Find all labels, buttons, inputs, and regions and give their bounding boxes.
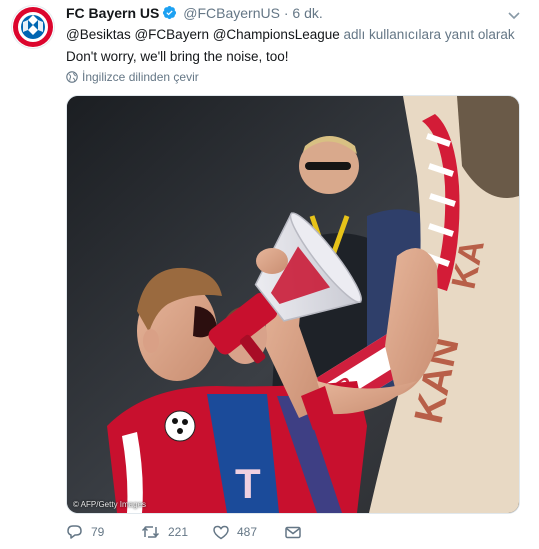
- tweet-actions: 79 221 487: [66, 522, 301, 542]
- like-button[interactable]: 487: [213, 525, 285, 540]
- reply-mentions[interactable]: @Besiktas @FCBayern @ChampionsLeague: [66, 27, 340, 42]
- chevron-down-icon: [508, 12, 520, 20]
- like-count: 487: [237, 525, 258, 539]
- reply-icon: [67, 525, 82, 539]
- fc-bayern-logo: [13, 7, 53, 47]
- translate-link[interactable]: İngilizce dilinden çevir: [66, 70, 199, 84]
- retweet-count: 221: [168, 525, 189, 539]
- retweet-icon: [141, 526, 160, 538]
- jersey-text: T: [235, 460, 261, 507]
- tweet-timestamp[interactable]: 6 dk.: [292, 5, 322, 21]
- retweet-button[interactable]: 221: [141, 525, 213, 539]
- account-name[interactable]: FC Bayern US: [66, 5, 159, 21]
- account-handle[interactable]: @FCBayernUS: [183, 5, 280, 21]
- avatar[interactable]: [12, 6, 54, 48]
- heart-icon: [213, 525, 229, 539]
- reply-suffix: adlı kullanıcılara yanıt olarak: [343, 27, 515, 42]
- photo-illustration: RAR KAN KA T: [67, 96, 519, 513]
- reply-context: @Besiktas @FCBayern @ChampionsLeague adl…: [66, 27, 515, 42]
- direct-message-button[interactable]: [285, 526, 301, 539]
- reply-button[interactable]: 79: [66, 524, 141, 540]
- translate-label: İngilizce dilinden çevir: [82, 70, 199, 84]
- tweet-photo[interactable]: RAR KAN KA T: [66, 95, 520, 514]
- separator-dot: ·: [283, 5, 289, 21]
- tweet-text: Don't worry, we'll bring the noise, too!: [66, 49, 289, 64]
- envelope-icon: [285, 526, 301, 538]
- image-credit: © AFP/Getty Images: [73, 500, 147, 509]
- reply-count: 79: [91, 525, 105, 539]
- globe-icon: [66, 71, 78, 83]
- more-menu-button[interactable]: [507, 8, 521, 20]
- verified-badge-icon: [162, 5, 177, 23]
- tweet-header: FC Bayern US @FCBayernUS · 6 dk.: [66, 5, 499, 25]
